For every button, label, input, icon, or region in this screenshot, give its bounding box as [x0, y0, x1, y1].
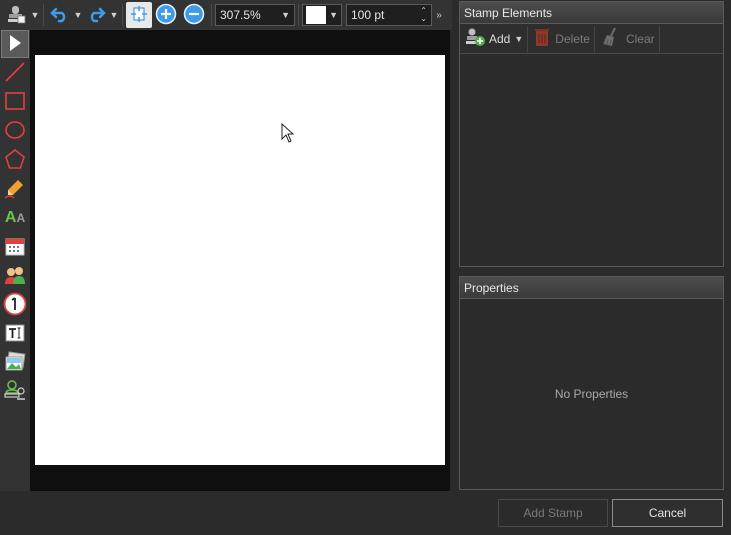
- stamp-elements-header: Stamp Elements: [460, 2, 723, 24]
- stamp-elements-toolbar: Add ▼ Delete Clear: [460, 24, 723, 54]
- zoom-out-button[interactable]: [180, 2, 208, 28]
- trash-icon: [534, 27, 550, 50]
- stamp-elements-list[interactable]: [460, 55, 723, 266]
- ellipse-tool[interactable]: [1, 117, 29, 145]
- pencil-icon: [4, 177, 26, 202]
- properties-header: Properties: [460, 277, 723, 299]
- calendar-icon: [4, 235, 26, 260]
- spin-icon: ⌃ ⌄: [420, 6, 427, 23]
- separator: [298, 4, 299, 26]
- clear-elements-button[interactable]: Clear: [595, 25, 659, 53]
- no-properties-message: No Properties: [554, 387, 629, 401]
- add-stamp-button[interactable]: Add Stamp: [498, 499, 608, 527]
- fit-page-icon: [130, 5, 148, 26]
- delete-label: Delete: [555, 31, 590, 46]
- redo-icon: [86, 5, 106, 26]
- arrow-pointer-icon: [7, 34, 23, 55]
- stamp-menu-caret[interactable]: ▼: [30, 2, 40, 28]
- chevron-down-icon: ▼: [329, 10, 338, 20]
- properties-title: Properties: [464, 280, 519, 295]
- polygon-tool[interactable]: [1, 146, 29, 174]
- properties-panel: Properties No Properties: [459, 276, 724, 490]
- zoom-value: 307.5%: [220, 8, 261, 22]
- clear-label: Clear: [625, 31, 655, 46]
- zoom-select[interactable]: 307.5% ▼: [215, 4, 295, 26]
- stamp-icon: [6, 4, 26, 27]
- number-tool[interactable]: [1, 291, 29, 319]
- users-icon: [4, 264, 26, 289]
- stroke-width-value: 100 pt: [351, 8, 385, 22]
- line-tool[interactable]: [1, 59, 29, 87]
- undo-caret[interactable]: ▼: [73, 2, 83, 28]
- stamp-menu-button[interactable]: [2, 2, 30, 28]
- stamp-elements-panel: Stamp Elements Add ▼ Delete Clear: [459, 1, 724, 267]
- redo-caret[interactable]: ▼: [109, 2, 119, 28]
- date-tool[interactable]: [1, 233, 29, 261]
- line-icon: [4, 61, 26, 86]
- chevron-down-icon: ▼: [109, 10, 119, 20]
- select-tool[interactable]: [1, 30, 29, 58]
- cancel-button[interactable]: Cancel: [612, 499, 723, 527]
- pentagon-icon: [4, 148, 26, 173]
- color-swatch: [306, 6, 326, 24]
- drawing-tools-bar: AA: [0, 30, 30, 491]
- top-toolbar: ▼ ▼ ▼ 307.5% ▼ ▼ 100 pt ⌃ ⌄ »: [0, 0, 452, 30]
- rectangle-icon: [4, 90, 26, 115]
- separator: [43, 4, 44, 26]
- separator: [211, 4, 212, 26]
- add-label: Add: [489, 31, 511, 46]
- ellipse-icon: [4, 119, 26, 144]
- pencil-tool[interactable]: [1, 175, 29, 203]
- stamp-elements-title: Stamp Elements: [464, 5, 553, 20]
- image-icon: [4, 350, 26, 376]
- separator: [658, 25, 660, 52]
- chevron-down-icon: ▼: [281, 10, 290, 20]
- broom-icon: [601, 27, 621, 50]
- undo-button[interactable]: [47, 2, 73, 28]
- textbox-tool[interactable]: [1, 320, 29, 348]
- mouse-cursor-icon: [281, 122, 295, 146]
- stamp-paper[interactable]: [35, 55, 445, 465]
- add-stamp-icon: [464, 27, 486, 50]
- circled-one-icon: [3, 292, 27, 319]
- double-chevron-down-icon: »: [436, 9, 442, 21]
- stroke-width-stepper[interactable]: 100 pt ⌃ ⌄: [346, 4, 432, 26]
- delete-element-button[interactable]: Delete: [528, 25, 594, 53]
- stamp-icon: [3, 379, 27, 406]
- image-tool[interactable]: [1, 349, 29, 377]
- zoom-in-button[interactable]: [152, 2, 180, 28]
- chevron-down-icon: ▼: [514, 33, 524, 44]
- color-picker[interactable]: ▼: [302, 4, 342, 26]
- textbox-icon: [4, 322, 26, 347]
- add-element-button[interactable]: Add ▼: [460, 25, 527, 53]
- toolbar-overflow-button[interactable]: »: [434, 2, 444, 28]
- zoom-out-icon: [183, 3, 205, 28]
- separator: [122, 4, 123, 26]
- chevron-down-icon: ▼: [30, 10, 40, 20]
- chevron-down-icon: ▼: [73, 10, 83, 20]
- redo-button[interactable]: [83, 2, 109, 28]
- rectangle-tool[interactable]: [1, 88, 29, 116]
- fit-page-button[interactable]: [126, 2, 152, 28]
- stamp-canvas[interactable]: [30, 30, 450, 491]
- stamp-tool[interactable]: [1, 378, 29, 406]
- user-tool[interactable]: [1, 262, 29, 290]
- text-style-tool[interactable]: AA: [1, 204, 29, 232]
- text-aa-icon: AA: [4, 209, 26, 226]
- undo-icon: [50, 5, 70, 26]
- zoom-in-icon: [155, 3, 177, 28]
